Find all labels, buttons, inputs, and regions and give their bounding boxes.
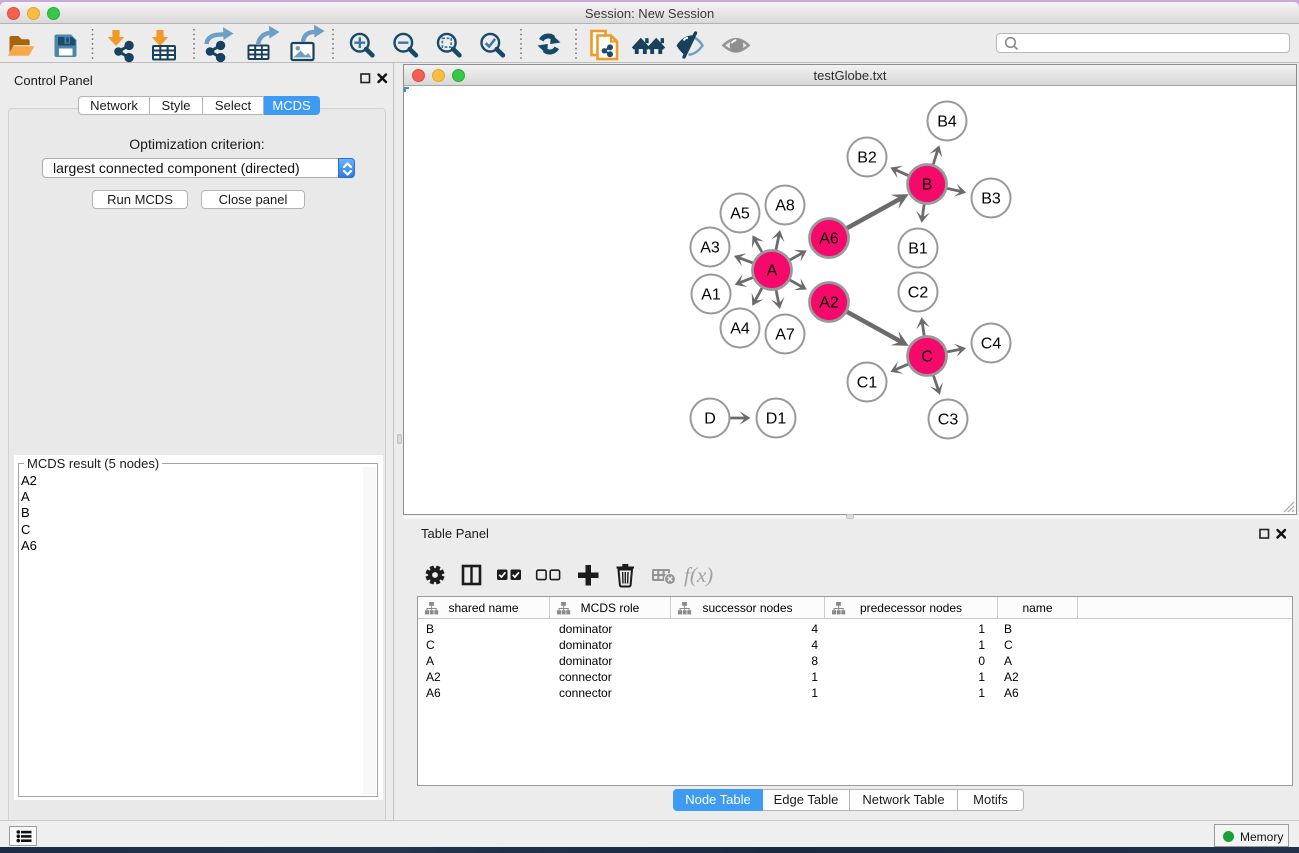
- svg-text:B4: B4: [937, 114, 957, 131]
- svg-text:C1: C1: [857, 375, 878, 392]
- svg-text:C: C: [921, 349, 933, 366]
- svg-text:A3: A3: [700, 240, 720, 257]
- svg-text:f(x): f(x): [684, 563, 713, 587]
- svg-text:A7: A7: [775, 327, 795, 344]
- svg-text:A4: A4: [730, 321, 750, 338]
- svg-text:A1: A1: [701, 287, 721, 304]
- svg-text:A6: A6: [819, 231, 839, 248]
- svg-text:B: B: [922, 177, 933, 194]
- svg-text:B2: B2: [857, 150, 877, 167]
- svg-text:C2: C2: [908, 285, 929, 302]
- svg-text:D1: D1: [766, 411, 787, 428]
- svg-text:A5: A5: [730, 206, 750, 223]
- svg-text:A8: A8: [775, 198, 795, 215]
- svg-text:B1: B1: [908, 241, 928, 258]
- svg-text:A: A: [767, 263, 778, 280]
- svg-text:C3: C3: [938, 412, 959, 429]
- svg-text:A2: A2: [819, 295, 839, 312]
- svg-text:C4: C4: [981, 336, 1002, 353]
- svg-text:D: D: [704, 411, 716, 428]
- svg-text:B3: B3: [981, 191, 1001, 208]
